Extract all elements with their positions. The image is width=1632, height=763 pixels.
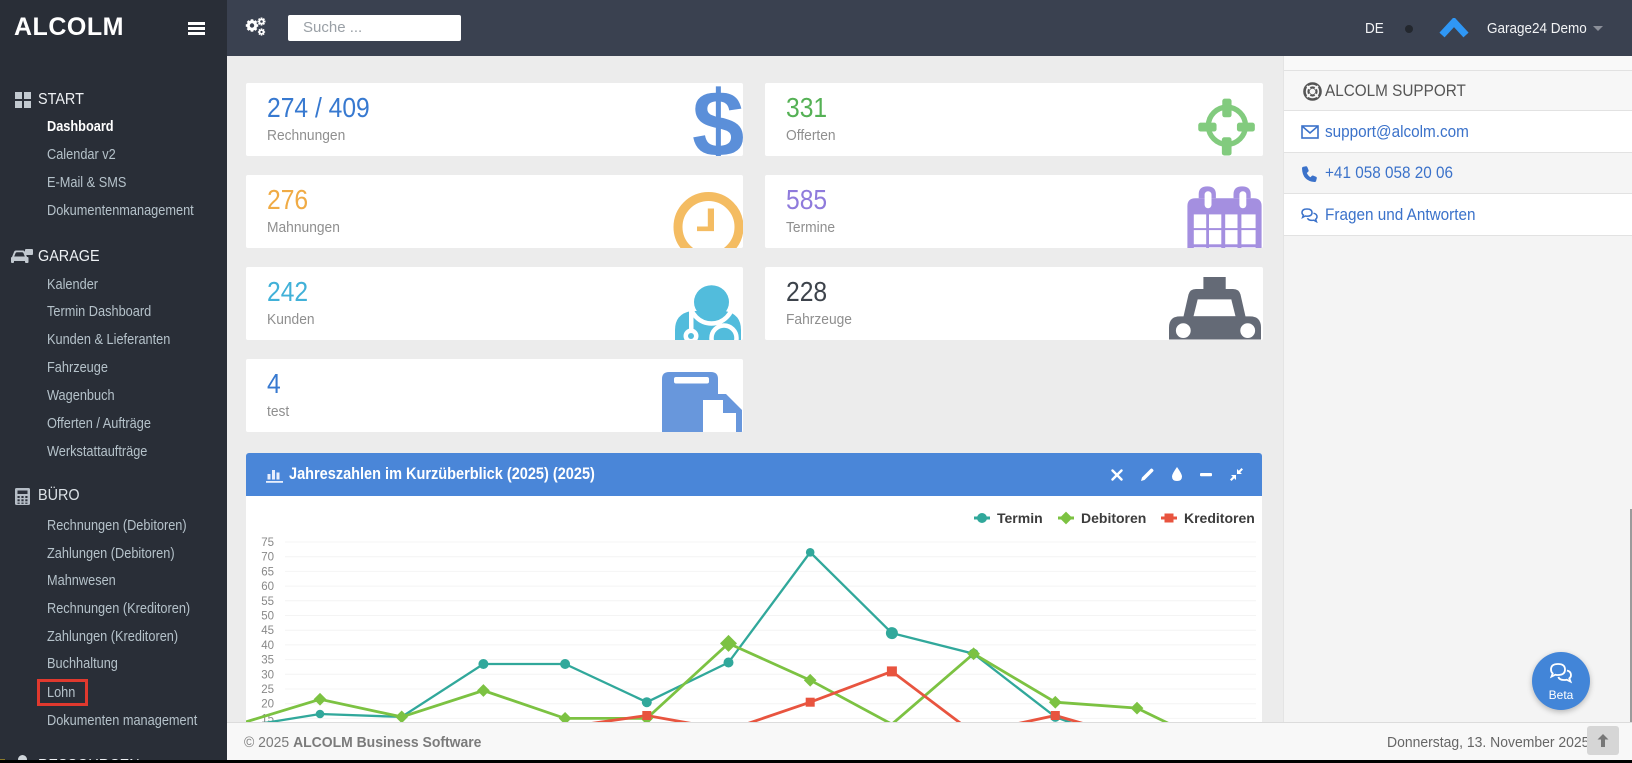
svg-text:60: 60 — [261, 581, 274, 593]
svg-text:70: 70 — [261, 552, 274, 564]
svg-text:20: 20 — [261, 699, 274, 711]
svg-text:50: 50 — [261, 611, 274, 623]
svg-text:40: 40 — [261, 640, 274, 652]
svg-text:30: 30 — [261, 669, 274, 681]
svg-text:75: 75 — [261, 537, 274, 549]
svg-text:35: 35 — [261, 655, 274, 667]
svg-text:Termin: Termin — [997, 510, 1043, 526]
svg-text:Debitoren: Debitoren — [1081, 510, 1146, 526]
svg-text:65: 65 — [261, 566, 274, 578]
svg-text:55: 55 — [261, 596, 274, 608]
svg-text:45: 45 — [261, 625, 274, 637]
svg-text:25: 25 — [261, 684, 274, 696]
svg-text:Kreditoren: Kreditoren — [1184, 510, 1255, 526]
